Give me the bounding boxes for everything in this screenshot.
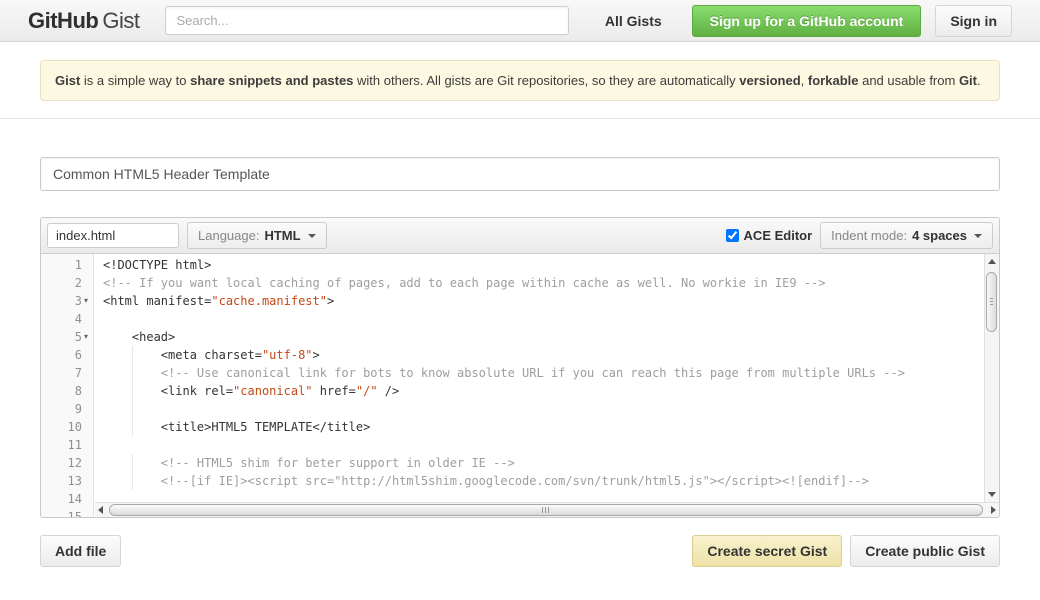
indent-mode-value: 4 spaces	[912, 228, 967, 243]
vertical-scrollbar[interactable]	[984, 254, 999, 502]
create-secret-gist-button[interactable]: Create secret Gist	[692, 535, 843, 567]
scroll-left-icon[interactable]	[98, 506, 103, 514]
code-line-text: <html manifest="cache.manifest">	[103, 294, 335, 308]
code-line-text: <title>HTML5 TEMPLATE</title>	[103, 418, 371, 436]
signup-button[interactable]: Sign up for a GitHub account	[691, 4, 922, 37]
language-dropdown-value: HTML	[264, 228, 301, 243]
code-line: 4	[41, 310, 999, 328]
line-number: 15	[67, 510, 82, 517]
horizontal-scrollbar[interactable]	[95, 502, 999, 517]
indent-guide	[131, 472, 133, 490]
code-line: 6 <meta charset="utf-8">	[41, 346, 999, 364]
create-public-gist-button[interactable]: Create public Gist	[850, 535, 1000, 567]
line-number: 3	[74, 294, 82, 308]
header-nav: All Gists Sign up for a GitHub account S…	[605, 4, 1012, 37]
line-number: 7	[74, 366, 82, 380]
code-line: 9	[41, 400, 999, 418]
gist-description-input[interactable]	[40, 157, 1000, 191]
editor-lines: 1 <!DOCTYPE html> 2 <!-- If you want local …	[41, 254, 999, 517]
language-dropdown[interactable]: Language: HTML	[187, 222, 327, 249]
line-number: 1	[74, 258, 82, 272]
ace-editor-label: ACE Editor	[743, 228, 813, 243]
gist-file-box: Language: HTML ACE Editor Indent mode: 4…	[40, 217, 1000, 518]
scroll-down-icon[interactable]	[988, 492, 996, 497]
search-input[interactable]	[165, 6, 570, 35]
top-header: GitHubGist All Gists Sign up for a GitHu…	[0, 0, 1040, 42]
logo-gist-text: Gist	[102, 7, 140, 33]
line-number: 8	[74, 384, 82, 398]
code-line-text: <meta charset="utf-8">	[103, 346, 320, 364]
toolbar-right: ACE Editor Indent mode: 4 spaces	[725, 222, 993, 249]
code-line: 3 ▾ <html manifest="cache.manifest">	[41, 292, 999, 310]
divider	[0, 118, 1040, 119]
indent-mode-label: Indent mode:	[831, 228, 908, 243]
code-line: 2 <!-- If you want local caching of pages…	[41, 274, 999, 292]
line-number: 5	[74, 330, 82, 344]
indent-mode-dropdown[interactable]: Indent mode: 4 spaces	[820, 222, 993, 249]
line-number: 11	[67, 438, 82, 452]
horizontal-scrollbar-thumb[interactable]	[109, 504, 983, 516]
code-line-text: <!DOCTYPE html>	[103, 258, 212, 272]
line-number: 14	[67, 492, 82, 506]
line-number: 12	[67, 456, 82, 470]
line-number: 2	[74, 276, 82, 290]
code-line: 13 <!--[if IE]><script src="http://html5…	[41, 472, 999, 490]
footer-actions: Add file Create secret Gist Create publi…	[40, 535, 1000, 567]
indent-guide	[131, 364, 133, 382]
code-line: 5 ▾ <head>	[41, 328, 999, 346]
add-file-button[interactable]: Add file	[40, 535, 122, 567]
gist-new-page: GitHubGist All Gists Sign up for a GitHu…	[0, 0, 1040, 600]
line-number: 4	[74, 312, 82, 326]
code-line-text: <!-- Use canonical link for bots to know…	[103, 364, 905, 382]
code-line-text: <!-- HTML5 shim for beter support in old…	[103, 454, 515, 472]
filename-input[interactable]	[47, 223, 179, 248]
gist-notice-text: Gist is a simple way to share snippets a…	[55, 73, 981, 88]
language-dropdown-label: Language:	[198, 228, 260, 243]
scroll-up-icon[interactable]	[988, 259, 996, 264]
code-line-text: <!-- If you want local caching of pages,…	[103, 276, 826, 290]
footer-actions-right: Create secret Gist Create public Gist	[692, 535, 1000, 567]
signin-button[interactable]: Sign in	[935, 4, 1012, 37]
fold-arrow-icon[interactable]: ▾	[82, 292, 95, 310]
code-line: 1 <!DOCTYPE html>	[41, 256, 999, 274]
scroll-right-icon[interactable]	[991, 506, 996, 514]
indent-guide	[131, 346, 133, 364]
code-line-text	[95, 400, 133, 418]
indent-guide	[131, 382, 133, 400]
code-line-text: <!--[if IE]><script src="http://html5shi…	[103, 472, 869, 490]
chevron-down-icon	[974, 233, 982, 238]
code-line: 12 <!-- HTML5 shim for beter support in …	[41, 454, 999, 472]
code-line: 7 <!-- Use canonical link for bots to kn…	[41, 364, 999, 382]
indent-guide	[131, 418, 133, 436]
indent-guide	[131, 454, 133, 472]
line-number: 13	[67, 474, 82, 488]
ace-editor-toggle[interactable]: ACE Editor	[725, 228, 813, 243]
code-line: 11	[41, 436, 999, 454]
github-gist-logo[interactable]: GitHub Gist	[28, 7, 140, 34]
gist-notice: Gist is a simple way to share snippets a…	[40, 60, 1000, 101]
ace-editor-checkbox[interactable]	[725, 229, 739, 242]
code-line-text: <head>	[103, 330, 176, 344]
line-number: 10	[67, 420, 82, 434]
line-number: 9	[74, 402, 82, 416]
file-toolbar: Language: HTML ACE Editor Indent mode: 4…	[41, 218, 999, 254]
vertical-scrollbar-thumb[interactable]	[986, 272, 997, 332]
logo-github-text: GitHub	[28, 7, 99, 33]
code-line: 8 <link rel="canonical" href="/" />	[41, 382, 999, 400]
code-line-text: <link rel="canonical" href="/" />	[103, 382, 400, 400]
code-line: 10 <title>HTML5 TEMPLATE</title>	[41, 418, 999, 436]
code-editor[interactable]: 1 <!DOCTYPE html> 2 <!-- If you want local …	[41, 254, 999, 517]
all-gists-link[interactable]: All Gists	[605, 13, 662, 29]
line-number: 6	[74, 348, 82, 362]
chevron-down-icon	[307, 233, 316, 238]
indent-guide	[131, 400, 133, 418]
fold-arrow-icon[interactable]: ▾	[82, 328, 95, 346]
